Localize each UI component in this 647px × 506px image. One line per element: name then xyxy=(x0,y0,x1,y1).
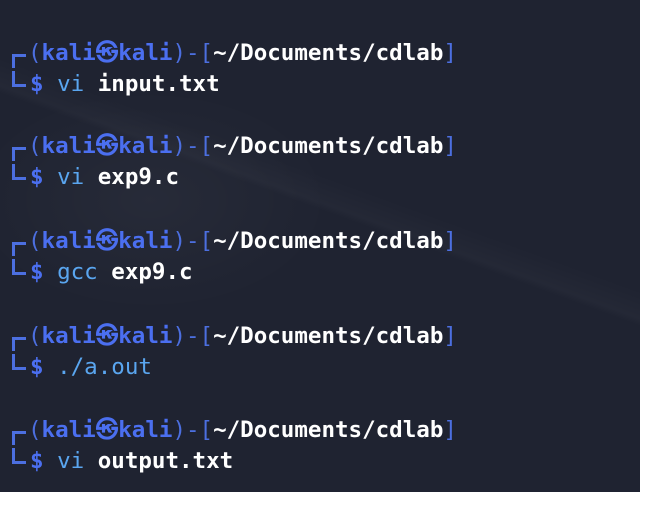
at-symbol-icon: ㉿ xyxy=(95,228,119,254)
prompt-user: kali xyxy=(41,133,96,159)
command-line: $ vi output.txt xyxy=(12,446,233,476)
close-paren: ) xyxy=(172,228,186,254)
prompt-header: (kali㉿kali)-[~/Documents/cdlab] xyxy=(12,38,457,68)
command-line: $ vi exp9.c xyxy=(12,162,179,192)
at-symbol-icon: ㉿ xyxy=(95,40,119,66)
close-bracket: ] xyxy=(443,417,457,443)
dollar-sign: $ xyxy=(30,354,44,380)
prompt-corner-bottom xyxy=(12,448,26,464)
close-paren: ) xyxy=(172,40,186,66)
prompt-host: kali xyxy=(118,133,173,159)
command-line: $ vi input.txt xyxy=(12,69,220,99)
prompt-dash: - xyxy=(185,133,200,159)
dollar-sign: $ xyxy=(30,259,44,285)
prompt-path: ~/Documents/cdlab xyxy=(213,133,444,159)
close-bracket: ] xyxy=(443,323,457,349)
close-paren: ) xyxy=(172,417,186,443)
open-bracket: [ xyxy=(199,40,214,66)
prompt-corner-top xyxy=(12,147,26,161)
prompt-header: (kali㉿kali)-[~/Documents/cdlab] xyxy=(12,415,457,445)
at-symbol-icon: ㉿ xyxy=(95,417,119,443)
close-paren: ) xyxy=(172,133,186,159)
prompt-path: ~/Documents/cdlab xyxy=(213,40,444,66)
prompt-corner-bottom xyxy=(12,259,26,275)
open-paren: ( xyxy=(28,323,42,349)
close-bracket: ] xyxy=(443,133,457,159)
prompt-path: ~/Documents/cdlab xyxy=(213,417,444,443)
prompt-corner-top xyxy=(12,337,26,351)
prompt-block: (kali㉿kali)-[~/Documents/cdlab] $ vi out… xyxy=(12,415,632,492)
terminal-window[interactable]: (kali㉿kali)-[~/Documents/cdlab] $ vi inp… xyxy=(0,0,640,492)
prompt-user: kali xyxy=(41,40,96,66)
prompt-block: (kali㉿kali)-[~/Documents/cdlab] $ ./a.ou… xyxy=(12,321,632,411)
command-name: ./a.out xyxy=(57,354,152,380)
prompt-header: (kali㉿kali)-[~/Documents/cdlab] xyxy=(12,226,457,256)
prompt-host: kali xyxy=(118,40,173,66)
prompt-dash: - xyxy=(185,417,200,443)
dollar-sign: $ xyxy=(30,71,44,97)
command-line: $ gcc exp9.c xyxy=(12,257,193,287)
open-paren: ( xyxy=(28,417,42,443)
command-arg: output.txt xyxy=(97,448,234,474)
command-name: vi xyxy=(57,448,85,474)
prompt-header: (kali㉿kali)-[~/Documents/cdlab] xyxy=(12,321,457,351)
prompt-corner-top xyxy=(12,54,26,68)
open-paren: ( xyxy=(28,228,42,254)
prompt-user: kali xyxy=(41,417,96,443)
prompt-user: kali xyxy=(41,323,96,349)
prompt-corner-bottom xyxy=(12,354,26,370)
close-paren: ) xyxy=(172,323,186,349)
command-arg: input.txt xyxy=(97,71,220,97)
open-paren: ( xyxy=(28,40,42,66)
dollar-sign: $ xyxy=(30,448,44,474)
prompt-dash: - xyxy=(185,228,200,254)
prompt-dash: - xyxy=(185,40,200,66)
prompt-path: ~/Documents/cdlab xyxy=(213,323,444,349)
open-bracket: [ xyxy=(199,133,214,159)
dollar-sign: $ xyxy=(30,164,44,190)
at-symbol-icon: ㉿ xyxy=(95,133,119,159)
prompt-block: (kali㉿kali)-[~/Documents/cdlab] $ vi inp… xyxy=(12,38,632,128)
command-arg: exp9.c xyxy=(111,259,193,285)
close-bracket: ] xyxy=(443,228,457,254)
prompt-block: (kali㉿kali)-[~/Documents/cdlab] $ gcc ex… xyxy=(12,226,632,316)
prompt-host: kali xyxy=(118,417,173,443)
command-name: vi xyxy=(57,164,85,190)
open-paren: ( xyxy=(28,133,42,159)
prompt-corner-bottom xyxy=(12,71,26,87)
prompt-path: ~/Documents/cdlab xyxy=(213,228,444,254)
command-arg: exp9.c xyxy=(97,164,180,190)
open-bracket: [ xyxy=(199,417,214,443)
prompt-corner-top xyxy=(12,431,26,445)
at-symbol-icon: ㉿ xyxy=(95,323,119,349)
prompt-block: (kali㉿kali)-[~/Documents/cdlab] $ vi exp… xyxy=(12,131,632,221)
prompt-corner-top xyxy=(12,242,26,256)
command-line: $ ./a.out xyxy=(12,352,152,382)
prompt-corner-bottom xyxy=(12,164,26,180)
prompt-host: kali xyxy=(118,323,173,349)
command-name: vi xyxy=(57,71,85,97)
close-bracket: ] xyxy=(443,40,457,66)
command-name: gcc xyxy=(57,259,98,285)
open-bracket: [ xyxy=(199,323,214,349)
prompt-header: (kali㉿kali)-[~/Documents/cdlab] xyxy=(12,131,457,161)
prompt-user: kali xyxy=(41,228,96,254)
prompt-dash: - xyxy=(185,323,200,349)
prompt-host: kali xyxy=(118,228,173,254)
open-bracket: [ xyxy=(199,228,214,254)
